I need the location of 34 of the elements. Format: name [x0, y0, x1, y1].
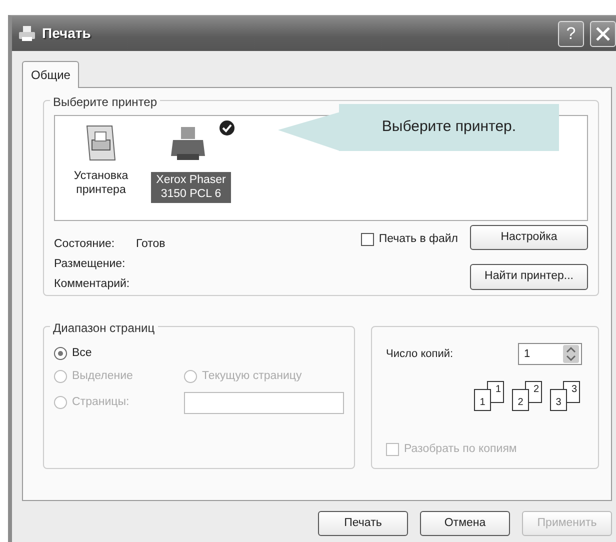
field-label: Комментарий:	[54, 277, 131, 292]
window-title: Печать	[42, 24, 92, 43]
printer-label[interactable]: Установка принтера	[61, 168, 141, 199]
button[interactable]: Настройка	[470, 225, 588, 250]
field-value: Готов	[136, 237, 166, 252]
radio-button: Текущую страницу	[184, 368, 344, 386]
checkbox[interactable]: Печать в файл	[360, 231, 458, 248]
radio-button: Выделение	[54, 368, 184, 386]
field-value: 1	[524, 346, 532, 362]
button[interactable]: Найти принтер...	[470, 264, 588, 290]
field-label: Число копий:	[386, 346, 454, 362]
page-number: 3	[556, 396, 562, 410]
page-number: 2	[518, 396, 524, 410]
page-number: 3	[571, 383, 577, 397]
close-button[interactable]	[590, 20, 616, 46]
close-icon	[595, 26, 611, 42]
button: Применить	[522, 511, 612, 536]
spin-button[interactable]	[563, 345, 579, 363]
tab[interactable]: Общие	[22, 61, 80, 88]
page-number: 1	[480, 396, 486, 410]
help-button[interactable]: ?	[558, 20, 584, 46]
field-label: Состояние:	[54, 237, 116, 252]
checkbox: Разобрать по копиям	[386, 441, 588, 458]
printer-label[interactable]: Xerox Phaser 3150 PCL 6	[151, 172, 231, 203]
button[interactable]: Отмена	[420, 511, 510, 536]
radio-button: Страницы:	[54, 394, 184, 412]
button[interactable]: Печать	[318, 511, 408, 536]
callout-pointer	[278, 112, 340, 151]
field-label: Размещение:	[54, 257, 126, 272]
page-number: 2	[533, 383, 539, 397]
copies-field[interactable]: 1	[518, 343, 582, 365]
printer-icon	[18, 24, 36, 42]
radio-button[interactable]: Все	[54, 345, 344, 362]
page-number: 1	[495, 383, 501, 397]
